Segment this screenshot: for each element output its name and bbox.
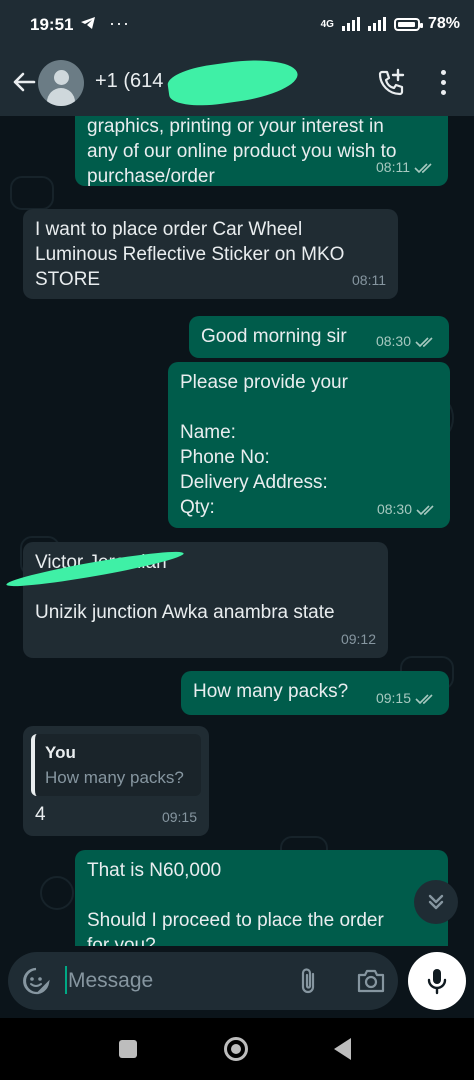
redaction-scribble bbox=[165, 53, 301, 111]
camera-icon[interactable] bbox=[356, 967, 386, 995]
message-text: Victor Jeremiah Unizik junction Awka ana… bbox=[35, 552, 335, 623]
status-bar: 19:51 ··· 4G 78% bbox=[0, 0, 474, 50]
message-bubble[interactable]: graphics, printing or your interest in a… bbox=[75, 116, 448, 187]
message-text: How many packs? bbox=[193, 681, 349, 702]
add-call-icon[interactable] bbox=[376, 68, 406, 98]
contact-name[interactable]: +1 (614 bbox=[95, 70, 163, 93]
message-time: 09:12 bbox=[340, 631, 376, 647]
microphone-icon bbox=[427, 969, 447, 995]
message-time: 08:30 bbox=[375, 333, 411, 349]
message-time: 08:30 bbox=[376, 501, 412, 517]
voice-record-button[interactable] bbox=[408, 952, 466, 1010]
chat-header: +1 (614 bbox=[0, 50, 474, 116]
status-right: 4G 78% bbox=[321, 15, 460, 33]
status-notification-icons: ··· bbox=[80, 13, 130, 34]
message-time: 08:11 bbox=[352, 272, 386, 288]
signal-2-icon bbox=[367, 17, 386, 31]
message-meta: 09:15 bbox=[376, 686, 437, 711]
message-time: 08:11 bbox=[376, 159, 410, 175]
message-bubble[interactable]: That is N60,000 Should I proceed to plac… bbox=[75, 850, 448, 946]
message-text: Good morning sir bbox=[201, 326, 347, 347]
home-button[interactable] bbox=[224, 1037, 248, 1061]
sticker-emoji-icon[interactable] bbox=[22, 967, 50, 995]
message-meta: 08:30 bbox=[376, 329, 437, 354]
message-bubble[interactable]: Victor Jeremiah Unizik junction Awka ana… bbox=[23, 542, 388, 658]
chat-area: graphics, printing or your interest in a… bbox=[0, 116, 474, 946]
double-check-icon bbox=[415, 336, 433, 347]
battery-level: 78% bbox=[427, 15, 460, 32]
message-meta: 08:11 bbox=[352, 268, 386, 293]
text-caret bbox=[65, 966, 67, 994]
telegram-icon bbox=[81, 17, 95, 29]
network-type: 4G bbox=[320, 18, 334, 30]
scroll-down-button[interactable] bbox=[414, 880, 458, 924]
message-meta: 09:12 bbox=[341, 627, 376, 652]
message-bubble[interactable]: You How many packs? 4 09:15 bbox=[23, 726, 209, 836]
more-notifications-icon: ··· bbox=[109, 13, 130, 33]
message-bubble[interactable]: I want to place order Car Wheel Luminous… bbox=[23, 209, 398, 299]
signal-icon bbox=[341, 17, 360, 31]
double-chevron-down-icon bbox=[428, 894, 444, 910]
message-bubble[interactable]: How many packs? 09:15 bbox=[181, 671, 449, 715]
quoted-message[interactable]: You How many packs? bbox=[31, 734, 201, 796]
system-back-button[interactable] bbox=[334, 1038, 351, 1060]
system-navigation-bar bbox=[0, 1018, 474, 1080]
message-time: 09:15 bbox=[161, 809, 197, 825]
message-meta: 08:30 bbox=[377, 497, 438, 522]
status-time: 19:51 bbox=[30, 15, 74, 34]
attach-icon[interactable] bbox=[298, 966, 320, 996]
quote-text: How many packs? bbox=[45, 768, 184, 787]
message-meta: 09:15 bbox=[162, 805, 197, 830]
message-text: That is N60,000 Should I proceed to plac… bbox=[87, 860, 384, 946]
back-arrow-icon[interactable] bbox=[10, 68, 38, 96]
message-bubble[interactable]: Please provide your Name: Phone No: Deli… bbox=[168, 362, 450, 528]
double-check-icon bbox=[414, 162, 432, 173]
quote-author: You bbox=[45, 743, 76, 762]
more-options-icon[interactable] bbox=[440, 70, 448, 98]
recents-button[interactable] bbox=[119, 1040, 137, 1058]
message-text: I want to place order Car Wheel Luminous… bbox=[35, 219, 345, 290]
double-check-icon bbox=[415, 693, 433, 704]
battery-icon bbox=[393, 17, 423, 31]
message-input[interactable]: Message bbox=[68, 969, 153, 993]
message-meta: 08:11 bbox=[376, 155, 436, 180]
avatar[interactable] bbox=[38, 60, 84, 106]
double-check-icon bbox=[416, 504, 434, 515]
message-bubble[interactable]: Good morning sir 08:30 bbox=[189, 316, 449, 358]
message-compose-bar: Message bbox=[8, 952, 398, 1010]
message-time: 09:15 bbox=[375, 690, 411, 706]
